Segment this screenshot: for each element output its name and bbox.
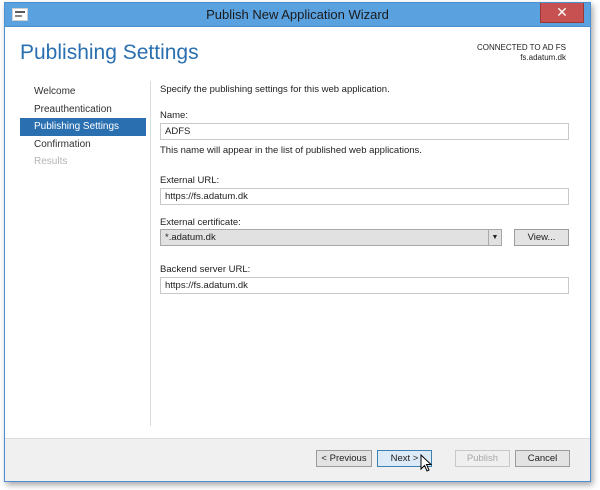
backend-url-input[interactable]: https://fs.adatum.dk [160,277,569,294]
backend-url-label: Backend server URL: [160,264,251,275]
wizard-steps-nav: Welcome Preauthentication Publishing Set… [20,83,146,171]
external-url-label: External URL: [160,175,220,186]
external-url-input[interactable]: https://fs.adatum.dk [160,188,569,205]
window-title: Publish New Application Wizard [206,7,389,22]
connection-status: CONNECTED TO AD FS [476,43,566,52]
intro-text: Specify the publishing settings for this… [160,84,390,95]
wizard-window: Publish New Application Wizard ✕ Publish… [4,2,591,482]
cancel-button[interactable]: Cancel [515,450,570,467]
name-hint: This name will appear in the list of pub… [160,145,422,156]
nav-item-welcome[interactable]: Welcome [20,83,146,101]
nav-item-publishing-settings[interactable]: Publishing Settings [20,118,146,136]
dropdown-arrow-icon[interactable]: ▼ [488,230,501,245]
certificate-value: *.adatum.dk [165,232,216,243]
nav-item-preauthentication[interactable]: Preauthentication [20,101,146,119]
nav-item-confirmation[interactable]: Confirmation [20,136,146,154]
certificate-label: External certificate: [160,217,241,228]
name-label: Name: [160,110,188,121]
previous-button[interactable]: < Previous [316,450,372,467]
publish-button: Publish [455,450,510,467]
close-button[interactable]: ✕ [540,3,584,23]
view-certificate-button[interactable]: View... [514,229,569,246]
title-bar[interactable]: Publish New Application Wizard ✕ [5,3,590,27]
page-title: Publishing Settings [20,41,199,64]
button-bar: < Previous Next > Publish Cancel [5,438,590,481]
mouse-pointer-icon [420,454,432,472]
nav-item-results: Results [34,156,68,167]
connected-server: fs.adatum.dk [520,53,566,62]
name-input[interactable]: ADFS [160,123,569,140]
certificate-select[interactable]: *.adatum.dk ▼ [160,229,502,246]
nav-divider [150,81,151,426]
